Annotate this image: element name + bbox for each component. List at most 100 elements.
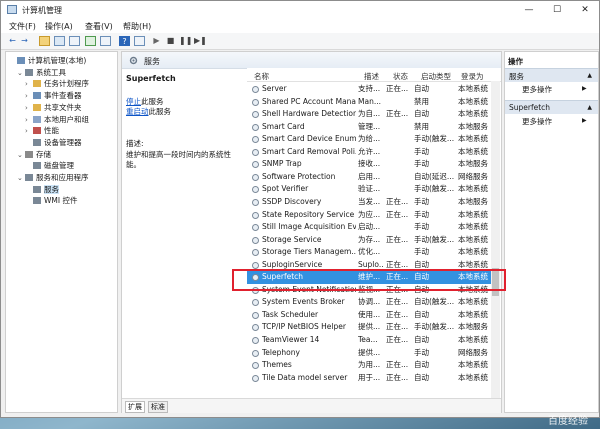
pause-icon[interactable]: ❚❚ [179, 36, 192, 46]
actions-section-superfetch[interactable]: Superfetch ▲ [505, 100, 598, 114]
restart-service-link[interactable]: 重启动 [126, 107, 149, 116]
service-gear-icon [252, 136, 259, 144]
forward-icon[interactable]: → [19, 36, 30, 46]
stop-service-link[interactable]: 停止 [126, 97, 141, 106]
menu-help[interactable]: 帮助(H) [123, 21, 151, 32]
tree-item[interactable]: › 共享文件夹 [25, 102, 82, 113]
service-gear-icon [252, 337, 259, 344]
service-startup-cell: 手动 [414, 247, 429, 257]
tree-item[interactable]: 计算机管理(本地) [9, 55, 86, 66]
tab-standard[interactable]: 标准 [148, 401, 168, 413]
service-logon-cell: 本地服务 [458, 322, 488, 332]
column-status[interactable]: 状态 [393, 71, 408, 82]
service-row[interactable]: Shell Hardware Detection 为自... 正在... 自动 本地系统 [247, 108, 491, 121]
tab-extended[interactable]: 扩展 [125, 401, 145, 413]
refresh-icon[interactable] [85, 36, 96, 46]
column-logon-as[interactable]: 登录为 [461, 71, 484, 82]
service-gear-icon [252, 211, 259, 219]
service-row[interactable]: Smart Card Device Enum... 为给... 手动(触发... 本地… [247, 133, 491, 146]
services-header-title: 服务 [144, 57, 160, 66]
actions-section-services[interactable]: 服务 ▲ [505, 68, 598, 82]
expand-icon[interactable]: › [25, 79, 33, 90]
service-startup-cell: 手动 [414, 159, 429, 169]
start-icon[interactable]: ▶ [151, 36, 162, 46]
tree-item[interactable]: 服务 [25, 184, 59, 195]
gear-icon [129, 56, 138, 65]
maximize-button[interactable]: ☐ [543, 1, 571, 19]
tree-item[interactable]: › 事件查看器 [25, 90, 82, 101]
tree-item-label: WMI 控件 [44, 196, 78, 206]
expand-icon[interactable]: › [25, 126, 33, 137]
service-row[interactable]: State Repository Service 为应... 正在... 手动 本地系统 [247, 209, 491, 222]
tree-item[interactable]: ⌄ 服务和应用程序 [17, 172, 89, 183]
tree-item[interactable]: ⌄ 系统工具 [17, 67, 66, 78]
service-row[interactable]: SNMP Trap 接收... 手动 本地服务 [247, 158, 491, 171]
tree-item[interactable]: › 任务计划程序 [25, 78, 89, 89]
service-row[interactable]: Shared PC Account Mana... Man... 禁用 本地系统 [247, 96, 491, 109]
tree-item[interactable]: › 性能 [25, 125, 59, 136]
service-row[interactable]: Tile Data model server 用于... 正在... 自动 本地系统 [247, 372, 491, 385]
restart-icon[interactable]: ▶❚ [194, 36, 207, 46]
expand-icon[interactable]: ⌄ [17, 173, 25, 184]
properties-icon[interactable] [69, 36, 80, 46]
service-gear-icon [252, 198, 259, 206]
service-gear-icon [252, 86, 259, 93]
expand-icon[interactable]: ⌄ [17, 68, 25, 79]
expand-icon[interactable]: › [25, 103, 33, 114]
column-startup-type[interactable]: 启动类型 [421, 71, 451, 82]
service-name-cell: Themes [262, 360, 292, 370]
stop-icon[interactable]: ■ [165, 36, 176, 46]
service-row[interactable]: Spot Verifier 验证... 手动(触发... 本地系统 [247, 183, 491, 196]
menu-action[interactable]: 操作(A) [45, 21, 73, 32]
show-tree-icon[interactable] [54, 36, 65, 46]
menu-file[interactable]: 文件(F) [9, 21, 36, 32]
action-pane-icon[interactable] [134, 36, 145, 46]
tree-item[interactable]: WMI 控件 [25, 195, 77, 206]
service-row[interactable]: TCP/IP NetBIOS Helper 提供... 正在... 手动(触发... 本… [247, 321, 491, 334]
service-row[interactable]: Telephony 提供... 手动 网络服务 [247, 347, 491, 360]
tree-item[interactable]: 设备管理器 [25, 137, 82, 148]
service-row[interactable]: SSDP Discovery 当发... 正在... 手动 本地服务 [247, 196, 491, 209]
tree-item[interactable]: 磁盘管理 [25, 160, 74, 171]
service-row[interactable]: Storage Tiers Managem... 优化... 手动 本地系统 [247, 246, 491, 259]
column-name[interactable]: 名称 [254, 71, 269, 82]
tree-node-icon [25, 68, 33, 76]
service-startup-cell: 自动 [414, 372, 429, 382]
expand-icon[interactable]: › [25, 91, 33, 102]
help-icon[interactable]: ? [119, 36, 130, 46]
service-logon-cell: 本地系统 [458, 134, 488, 144]
more-actions-superfetch[interactable]: 更多操作 ▶ [522, 116, 587, 127]
expand-icon[interactable]: › [25, 115, 33, 126]
more-actions-services[interactable]: 更多操作 ▶ [522, 84, 587, 95]
service-gear-icon [252, 123, 259, 131]
service-row[interactable]: Smart Card 管理... 禁用 本地服务 [247, 121, 491, 134]
service-row[interactable]: Smart Card Removal Poli... 允许... 手动 本地系统 [247, 146, 491, 159]
service-row[interactable]: Themes 为用... 正在... 自动 本地系统 [247, 359, 491, 372]
collapse-icon[interactable]: ▲ [587, 72, 592, 79]
service-row[interactable]: System Events Broker 协调... 正在... 自动(触发... 本地… [247, 296, 491, 309]
up-folder-icon[interactable] [39, 36, 50, 46]
export-list-icon[interactable] [100, 36, 111, 46]
service-row[interactable]: TeamViewer 14 Tea... 正在... 自动 本地系统 [247, 334, 491, 347]
column-description[interactable]: 描述 [364, 71, 379, 82]
expand-icon[interactable]: ⌄ [17, 150, 25, 161]
service-gear-icon [252, 161, 259, 169]
service-name-cell: SSDP Discovery [262, 196, 322, 206]
toolbar: ← → ? ▶ ■ ❚❚ ▶❚ [1, 33, 599, 50]
service-row[interactable]: Still Image Acquisition Ev... 启动... 手动 本地系统 [247, 221, 491, 234]
service-row[interactable]: Storage Service 为存... 正在... 手动(触发... 本地系统 [247, 234, 491, 247]
service-row[interactable]: Server 支持... 正在... 自动 本地系统 [247, 83, 491, 96]
vertical-scrollbar[interactable] [491, 81, 500, 398]
service-row[interactable]: Software Protection 启用... 自动(延迟... 网络服务 [247, 171, 491, 184]
tree-item[interactable]: › 本地用户和组 [25, 114, 89, 125]
service-logon-cell: 本地系统 [458, 234, 488, 244]
menu-view[interactable]: 查看(V) [85, 21, 113, 32]
service-desc-cell: 为应... [358, 209, 381, 219]
service-row[interactable]: Task Scheduler 使用... 正在... 自动 本地系统 [247, 309, 491, 322]
collapse-icon[interactable]: ▲ [587, 104, 592, 111]
tree-item[interactable]: ⌄ 存储 [17, 149, 51, 160]
back-icon[interactable]: ← [7, 36, 18, 46]
title-bar[interactable]: 计算机管理 — ☐ ✕ [1, 1, 599, 19]
minimize-button[interactable]: — [515, 1, 543, 19]
close-button[interactable]: ✕ [571, 1, 599, 19]
